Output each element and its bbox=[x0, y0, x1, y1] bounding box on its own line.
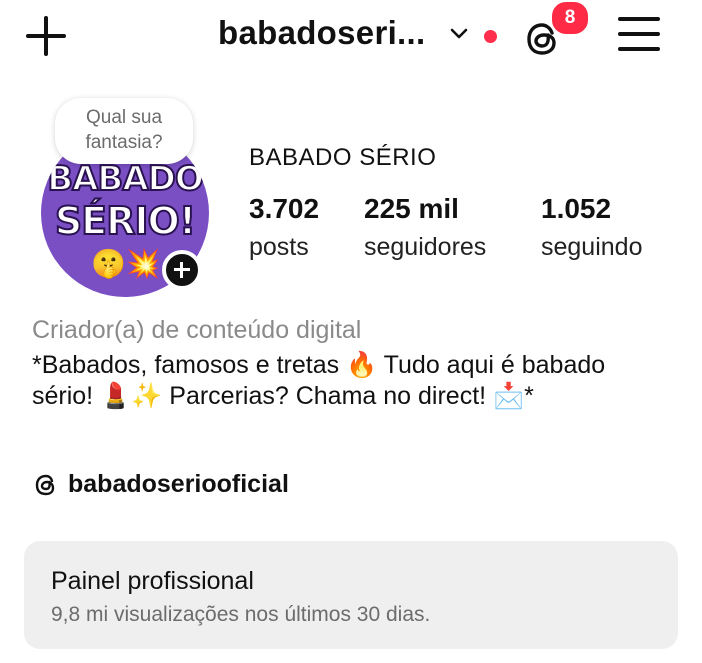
account-username[interactable]: babadoseri... bbox=[218, 14, 425, 52]
avatar-logo-emoji: 🤫💥 bbox=[91, 248, 161, 279]
threads-handle: babadoseriooficial bbox=[68, 470, 289, 498]
chevron-down-icon[interactable] bbox=[450, 27, 468, 41]
professional-dashboard-subtitle: 9,8 mi visualizações nos últimos 30 dias… bbox=[51, 603, 431, 626]
stat-posts-label: posts bbox=[249, 233, 309, 261]
avatar-logo-line1: BABADO bbox=[46, 158, 205, 200]
note-bubble[interactable]: Qual sua fantasia? bbox=[55, 98, 193, 164]
stat-followers-value: 225 mil bbox=[364, 193, 459, 224]
stat-following-value: 1.052 bbox=[541, 193, 612, 224]
add-story-icon[interactable] bbox=[162, 250, 202, 290]
avatar-logo-line2: SÉRIO! bbox=[54, 198, 197, 244]
notification-badge: 8 bbox=[550, 0, 590, 36]
create-plus-icon[interactable] bbox=[26, 16, 66, 56]
display-name: BABADO SÉRIO bbox=[249, 144, 437, 171]
stat-posts-value: 3.702 bbox=[249, 193, 320, 224]
stat-following[interactable]: 1.052 seguindo bbox=[541, 193, 642, 262]
threads-link-icon bbox=[35, 474, 55, 495]
stat-followers[interactable]: 225 mil seguidores bbox=[364, 193, 486, 262]
stat-following-label: seguindo bbox=[541, 233, 643, 261]
profile-bio: *Babados, famosos e tretas 🔥 Tudo aqui é… bbox=[32, 351, 606, 410]
professional-dashboard-card[interactable]: Painel profissional 9,8 mi visualizações… bbox=[24, 541, 678, 649]
hamburger-menu-icon[interactable] bbox=[618, 15, 660, 53]
profile-category: Criador(a) de conteúdo digital bbox=[32, 316, 362, 344]
stat-followers-label: seguidores bbox=[364, 233, 487, 261]
professional-dashboard-title: Painel profissional bbox=[51, 567, 254, 595]
threads-profile-link[interactable]: babadoseriooficial bbox=[32, 470, 289, 499]
account-switch-dot bbox=[484, 30, 497, 43]
stat-posts[interactable]: 3.702 posts bbox=[249, 193, 319, 262]
